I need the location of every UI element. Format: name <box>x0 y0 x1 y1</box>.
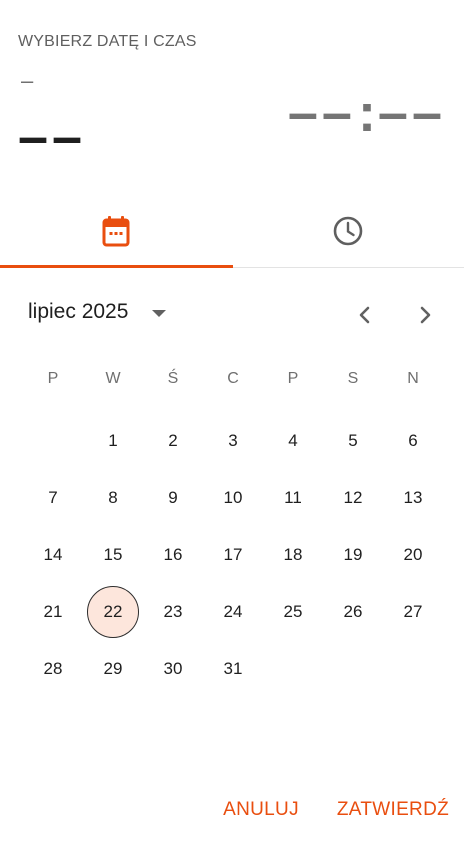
calendar-day[interactable]: 19 <box>323 526 383 583</box>
calendar-day[interactable]: 12 <box>323 469 383 526</box>
calendar-day[interactable]: 30 <box>143 640 203 697</box>
weekday-label: N <box>407 370 419 387</box>
calendar-day[interactable]: 24 <box>203 583 263 640</box>
weekday-label: Ś <box>167 370 179 387</box>
weekday-label: P <box>287 370 299 387</box>
calendar-day[interactable]: 4 <box>263 412 323 469</box>
calendar-day[interactable]: 1 <box>83 412 143 469</box>
weekday-label: P <box>47 370 59 387</box>
calendar-week: 28 29 30 31 <box>23 640 443 697</box>
selected-time-display[interactable]: –– : –– <box>288 86 446 140</box>
calendar-day[interactable]: 23 <box>143 583 203 640</box>
date-year-placeholder: – <box>21 68 34 93</box>
empty-day-cell <box>383 640 443 697</box>
weekday-label: S <box>347 370 359 387</box>
calendar-day[interactable]: 26 <box>323 583 383 640</box>
confirm-button[interactable]: ZATWIERDŹ <box>337 795 449 825</box>
calendar-day[interactable]: 13 <box>383 469 443 526</box>
calendar-day[interactable]: 8 <box>83 469 143 526</box>
clock-icon <box>333 216 363 246</box>
calendar-day[interactable]: 17 <box>203 526 263 583</box>
calendar-day[interactable]: 31 <box>203 640 263 697</box>
calendar-week: 14 15 16 17 18 19 20 <box>23 526 443 583</box>
calendar-day[interactable]: 25 <box>263 583 323 640</box>
calendar-day[interactable]: 7 <box>23 469 83 526</box>
next-month-button[interactable] <box>408 298 442 332</box>
calendar-day-today[interactable]: 22 <box>83 583 143 640</box>
calendar-day[interactable]: 20 <box>383 526 443 583</box>
month-year-switch[interactable]: lipiec 2025 <box>28 300 167 324</box>
dialog-actions: ANULUJ ZATWIERDŹ <box>223 795 449 825</box>
calendar-day[interactable]: 14 <box>23 526 83 583</box>
calendar-day[interactable]: 3 <box>203 412 263 469</box>
empty-day-cell <box>323 640 383 697</box>
chevron-left-icon <box>359 306 370 324</box>
weekday-label: C <box>227 370 239 387</box>
caret-down-icon <box>152 309 167 317</box>
calendar-day[interactable]: 11 <box>263 469 323 526</box>
calendar-week: 21 22 23 24 25 26 27 <box>23 583 443 640</box>
month-label: lipiec 2025 <box>28 300 129 323</box>
empty-day-cell <box>23 412 83 469</box>
calendar-week: 1 2 3 4 5 6 <box>23 412 443 469</box>
picker-tabs <box>0 196 464 268</box>
calendar-day[interactable]: 15 <box>83 526 143 583</box>
selected-tab-indicator <box>0 265 233 268</box>
previous-month-button[interactable] <box>348 298 382 332</box>
calendar-day[interactable]: 29 <box>83 640 143 697</box>
calendar-week: 7 8 9 10 11 12 13 <box>23 469 443 526</box>
calendar-day[interactable]: 5 <box>323 412 383 469</box>
picker-title: WYBIERZ DATĘ I CZAS <box>18 33 197 50</box>
calendar-day[interactable]: 18 <box>263 526 323 583</box>
weekday-label: W <box>105 370 121 387</box>
empty-day-cell <box>263 640 323 697</box>
tab-date[interactable] <box>0 196 232 266</box>
weekday-header: P W Ś C P S N <box>23 370 443 392</box>
chevron-right-icon <box>420 306 431 324</box>
time-separator: : <box>357 83 376 143</box>
time-minutes-placeholder[interactable]: –– <box>378 86 446 140</box>
date-day-placeholder: –– <box>18 107 87 167</box>
tab-time[interactable] <box>232 196 464 266</box>
calendar-day[interactable]: 16 <box>143 526 203 583</box>
time-hours-placeholder[interactable]: –– <box>288 86 356 140</box>
calendar-day[interactable]: 27 <box>383 583 443 640</box>
calendar-day[interactable]: 10 <box>203 469 263 526</box>
calendar-day[interactable]: 21 <box>23 583 83 640</box>
calendar-day[interactable]: 2 <box>143 412 203 469</box>
calendar-day[interactable]: 28 <box>23 640 83 697</box>
calendar-icon <box>102 216 130 247</box>
calendar-day[interactable]: 9 <box>143 469 203 526</box>
calendar-day[interactable]: 6 <box>383 412 443 469</box>
cancel-button[interactable]: ANULUJ <box>223 795 299 825</box>
